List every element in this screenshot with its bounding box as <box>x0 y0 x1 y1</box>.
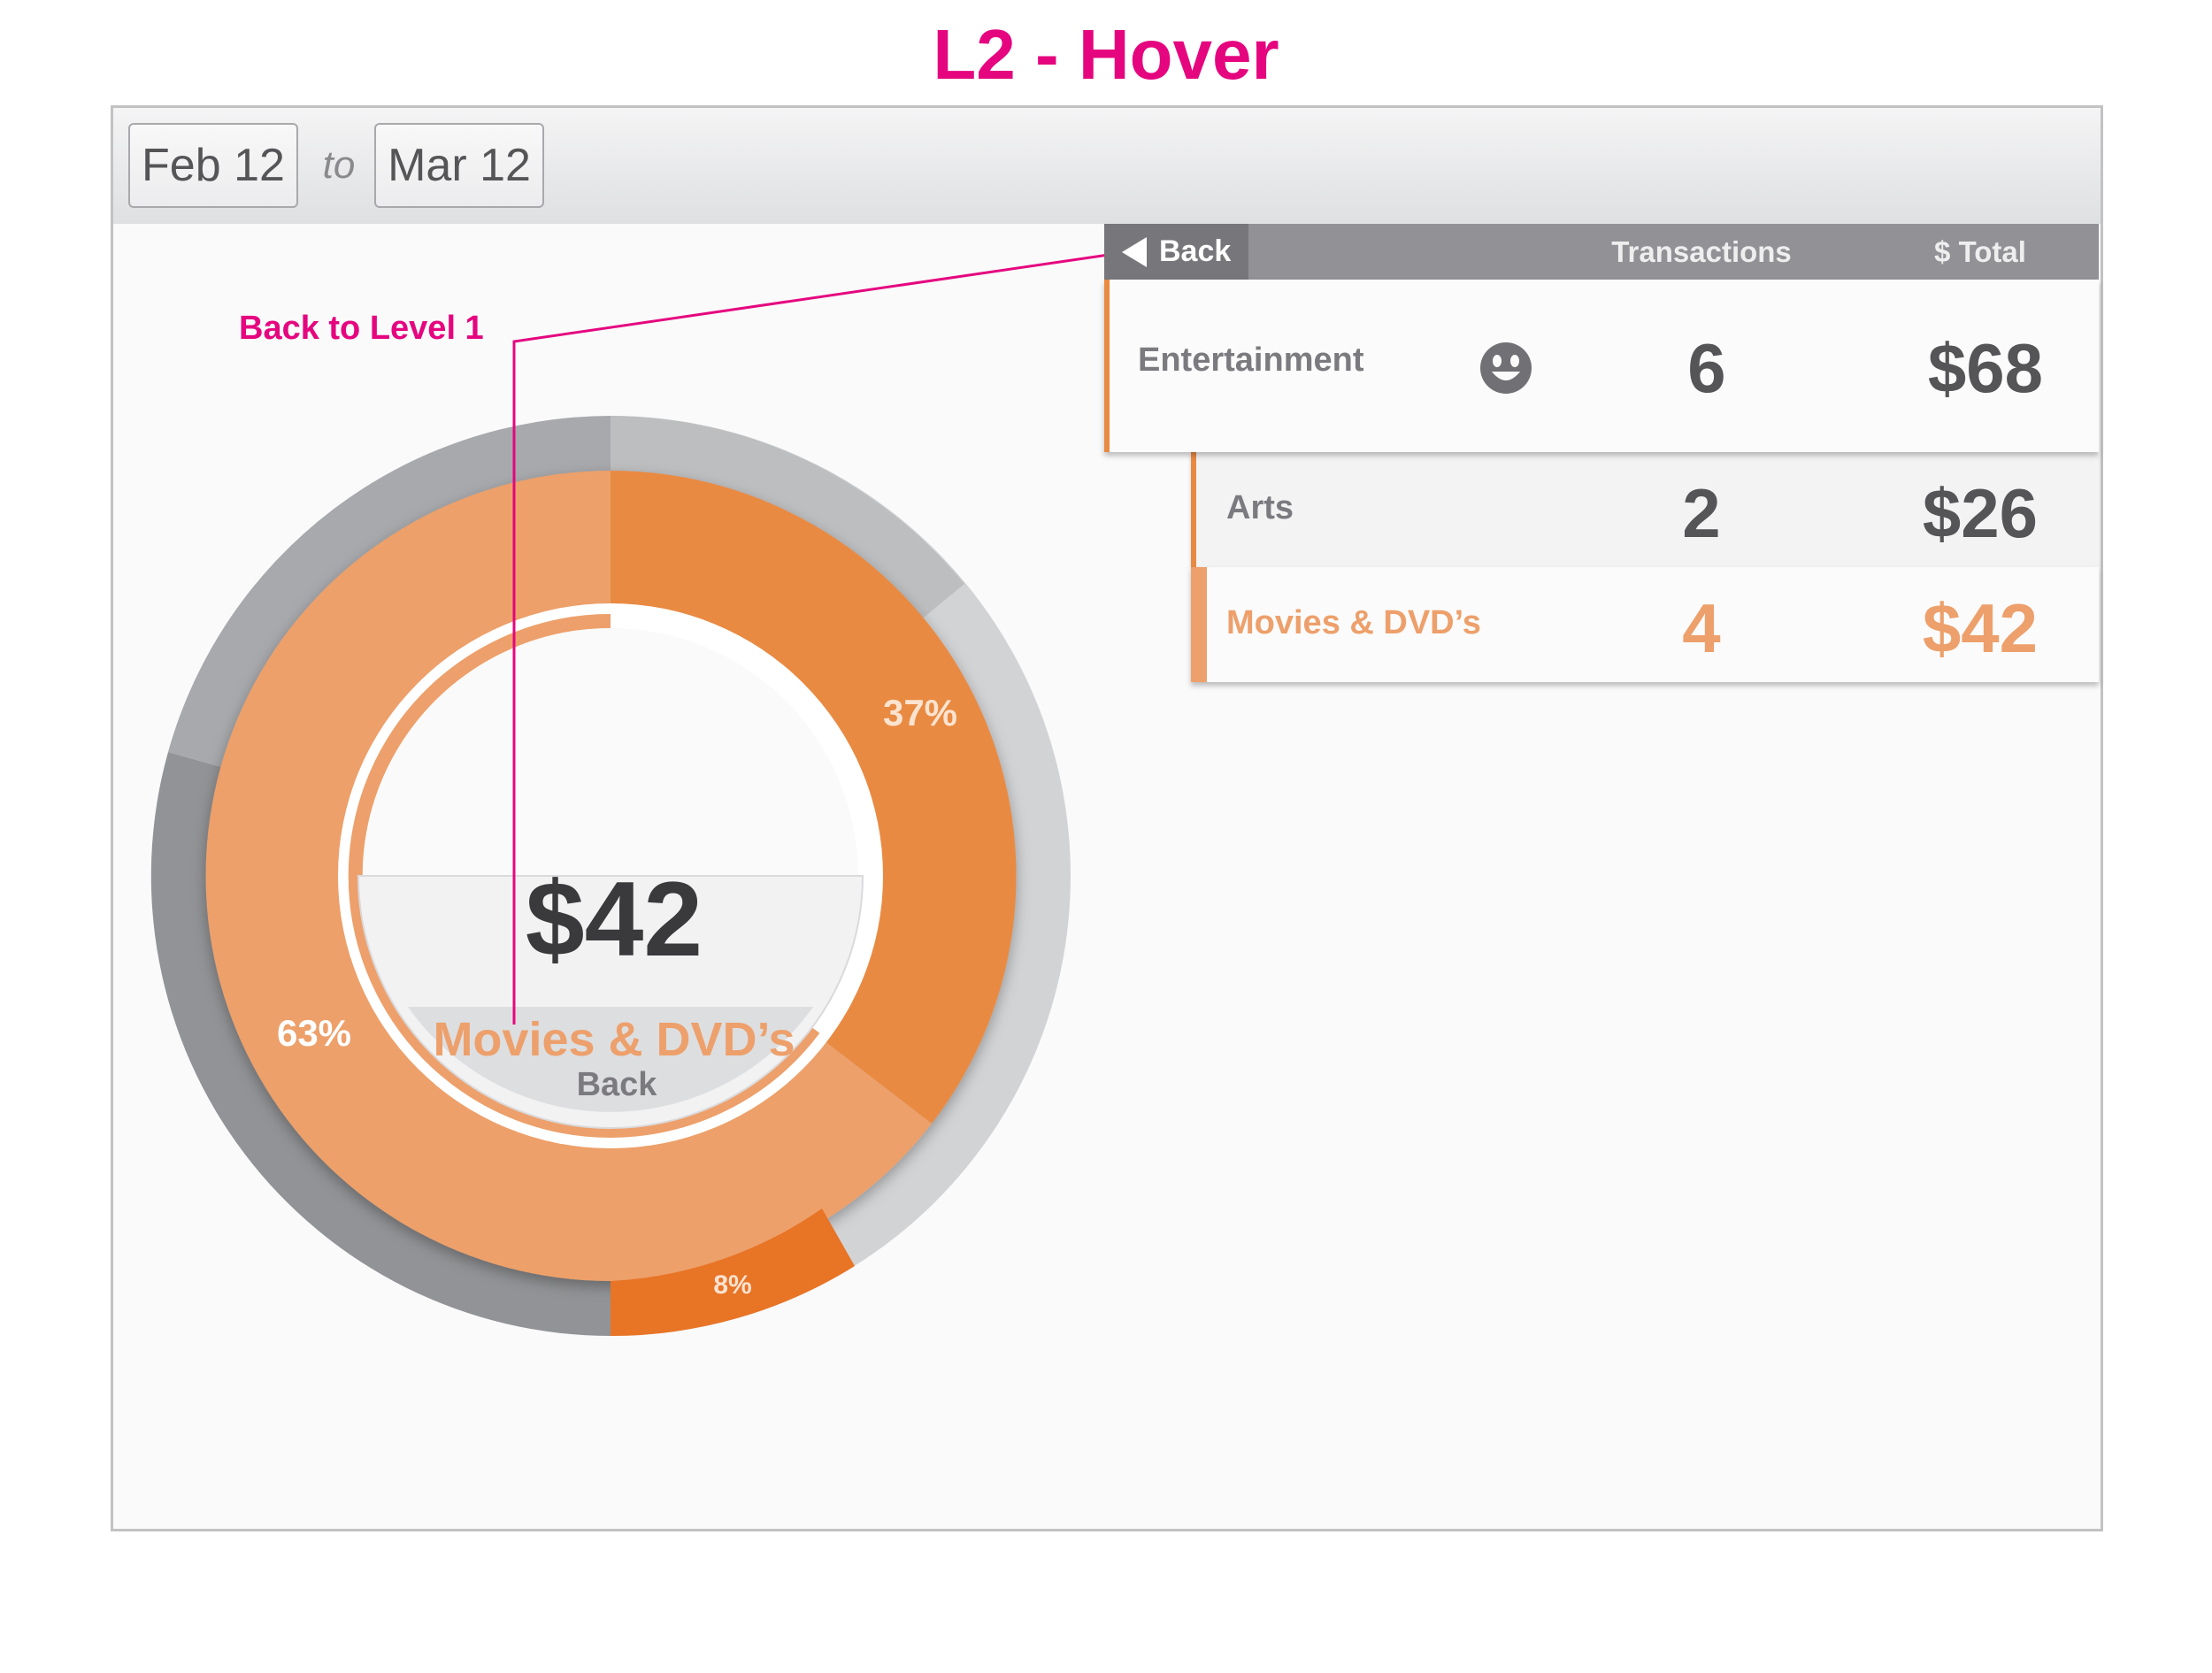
total-value: $68 <box>1927 329 2044 407</box>
transactions-value: 2 <box>1682 474 1721 552</box>
category-name: Movies & DVD’s <box>1226 604 1481 641</box>
back-arrow-icon <box>1122 237 1147 267</box>
category-name: Entertainment <box>1138 342 1364 379</box>
table-row-parent[interactable]: Entertainment 6 $68 <box>1104 280 2099 452</box>
total-value: $42 <box>1922 589 2039 667</box>
column-header-total: $ Total <box>1934 235 2026 268</box>
category-breakdown-table: Back Transactions $ Total Entertainment … <box>1104 224 2099 684</box>
table-row-child[interactable]: Arts 2 $26 <box>1191 452 2099 567</box>
transactions-value: 6 <box>1687 329 1726 407</box>
transactions-value: 4 <box>1682 589 1721 667</box>
table-header: Back Transactions $ Total <box>1104 224 2099 280</box>
table-row-child-hovered[interactable]: Movies & DVD’s 4 $42 <box>1191 567 2099 682</box>
back-button-label: Back <box>1159 234 1232 268</box>
category-name: Arts <box>1226 489 1294 526</box>
smiley-icon <box>1480 342 1532 394</box>
total-value: $26 <box>1922 474 2039 552</box>
column-header-transactions: Transactions <box>1611 235 1792 268</box>
back-button[interactable]: Back <box>1104 224 1248 280</box>
